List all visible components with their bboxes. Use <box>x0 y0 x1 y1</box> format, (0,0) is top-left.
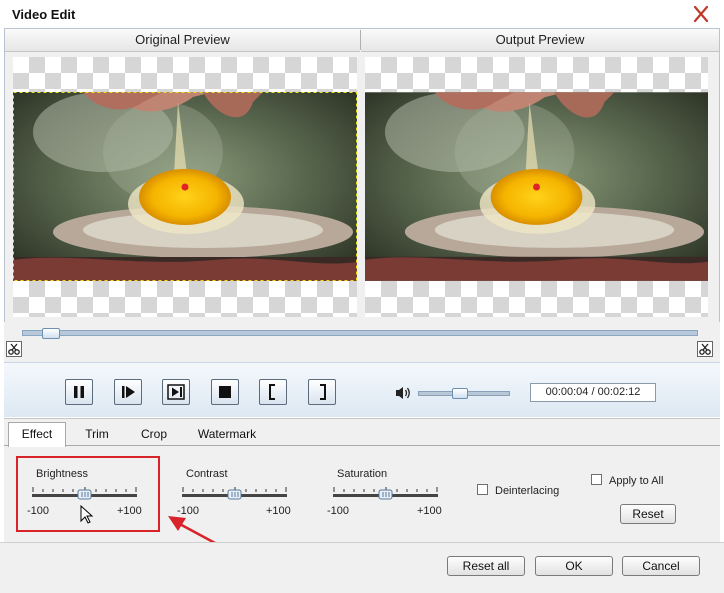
original-preview-header: Original Preview <box>5 29 360 52</box>
step-frame-button[interactable] <box>162 379 190 405</box>
volume-button[interactable] <box>394 385 412 401</box>
original-video-image <box>13 92 357 281</box>
apply-to-all-checkbox[interactable] <box>591 474 602 485</box>
tab-watermark[interactable]: Watermark <box>188 423 266 445</box>
ok-button[interactable]: OK <box>535 556 613 576</box>
mark-in-icon <box>269 384 275 400</box>
close-button[interactable] <box>690 4 712 24</box>
timeline-area <box>4 322 720 364</box>
apply-to-all-label: Apply to All <box>609 475 664 487</box>
scissor-icon <box>697 341 713 357</box>
mark-out-button[interactable] <box>308 379 336 405</box>
output-video-frame <box>365 92 708 281</box>
header-divider <box>360 30 361 50</box>
reset-button[interactable]: Reset <box>620 504 676 524</box>
dialog-footer <box>0 542 724 593</box>
window-title: Video Edit <box>12 7 76 22</box>
contrast-slider-graphic <box>182 487 287 500</box>
mark-in-button[interactable] <box>259 379 287 405</box>
output-video-image <box>365 92 708 281</box>
deinterlacing-checkbox[interactable] <box>477 484 488 495</box>
saturation-slider[interactable] <box>333 484 439 504</box>
stop-icon <box>219 386 231 398</box>
original-video-frame[interactable] <box>13 92 357 281</box>
mark-out-icon <box>320 384 326 400</box>
play-next-icon <box>122 386 135 398</box>
deinterlacing-label: Deinterlacing <box>495 485 560 497</box>
play-next-button[interactable] <box>114 379 142 405</box>
close-icon <box>693 5 709 23</box>
contrast-slider[interactable] <box>182 484 288 504</box>
tab-trim[interactable]: Trim <box>74 423 120 445</box>
pause-button[interactable] <box>65 379 93 405</box>
volume-thumb[interactable] <box>452 388 469 399</box>
time-display: 00:00:04 / 00:02:12 <box>530 383 656 402</box>
trim-end-marker[interactable] <box>697 341 713 357</box>
volume-icon <box>396 387 410 399</box>
contrast-label: Contrast <box>186 468 228 480</box>
pause-icon <box>74 386 84 398</box>
tab-effect[interactable]: Effect <box>8 422 66 447</box>
saturation-slider-graphic <box>333 487 438 500</box>
scissor-icon <box>6 341 22 357</box>
cancel-button[interactable]: Cancel <box>622 556 700 576</box>
stop-button[interactable] <box>211 379 239 405</box>
title-bar <box>0 0 724 28</box>
step-frame-icon <box>167 384 185 400</box>
timeline-track[interactable] <box>22 330 698 336</box>
saturation-label: Saturation <box>337 468 388 480</box>
timeline-thumb[interactable] <box>41 328 60 339</box>
output-preview-header: Output Preview <box>361 29 719 52</box>
saturation-max: +100 <box>417 505 442 517</box>
saturation-min: -100 <box>327 505 350 517</box>
trim-start-marker[interactable] <box>6 341 22 357</box>
reset-all-button[interactable]: Reset all <box>447 556 525 576</box>
cursor-icon <box>80 505 94 524</box>
tab-crop[interactable]: Crop <box>132 423 176 445</box>
